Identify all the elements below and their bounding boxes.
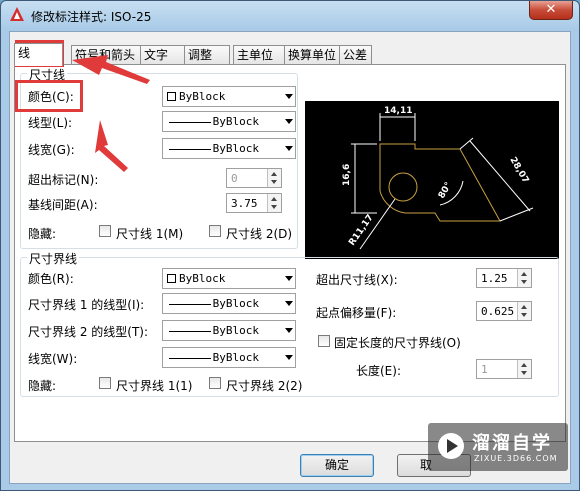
watermark-text: 溜溜自学: [472, 433, 552, 454]
annotation-arrows: [72, 55, 150, 172]
watermark: 溜溜自学 ZIXUE.3D66.COM: [428, 423, 568, 471]
arrow-to-tab-icon: [72, 55, 150, 84]
arrow-to-color-icon: [95, 120, 128, 172]
watermark-logo-icon: [438, 433, 464, 459]
watermark-url: ZIXUE.3D66.COM: [474, 454, 558, 463]
tab-lines[interactable]: 线: [14, 43, 63, 66]
